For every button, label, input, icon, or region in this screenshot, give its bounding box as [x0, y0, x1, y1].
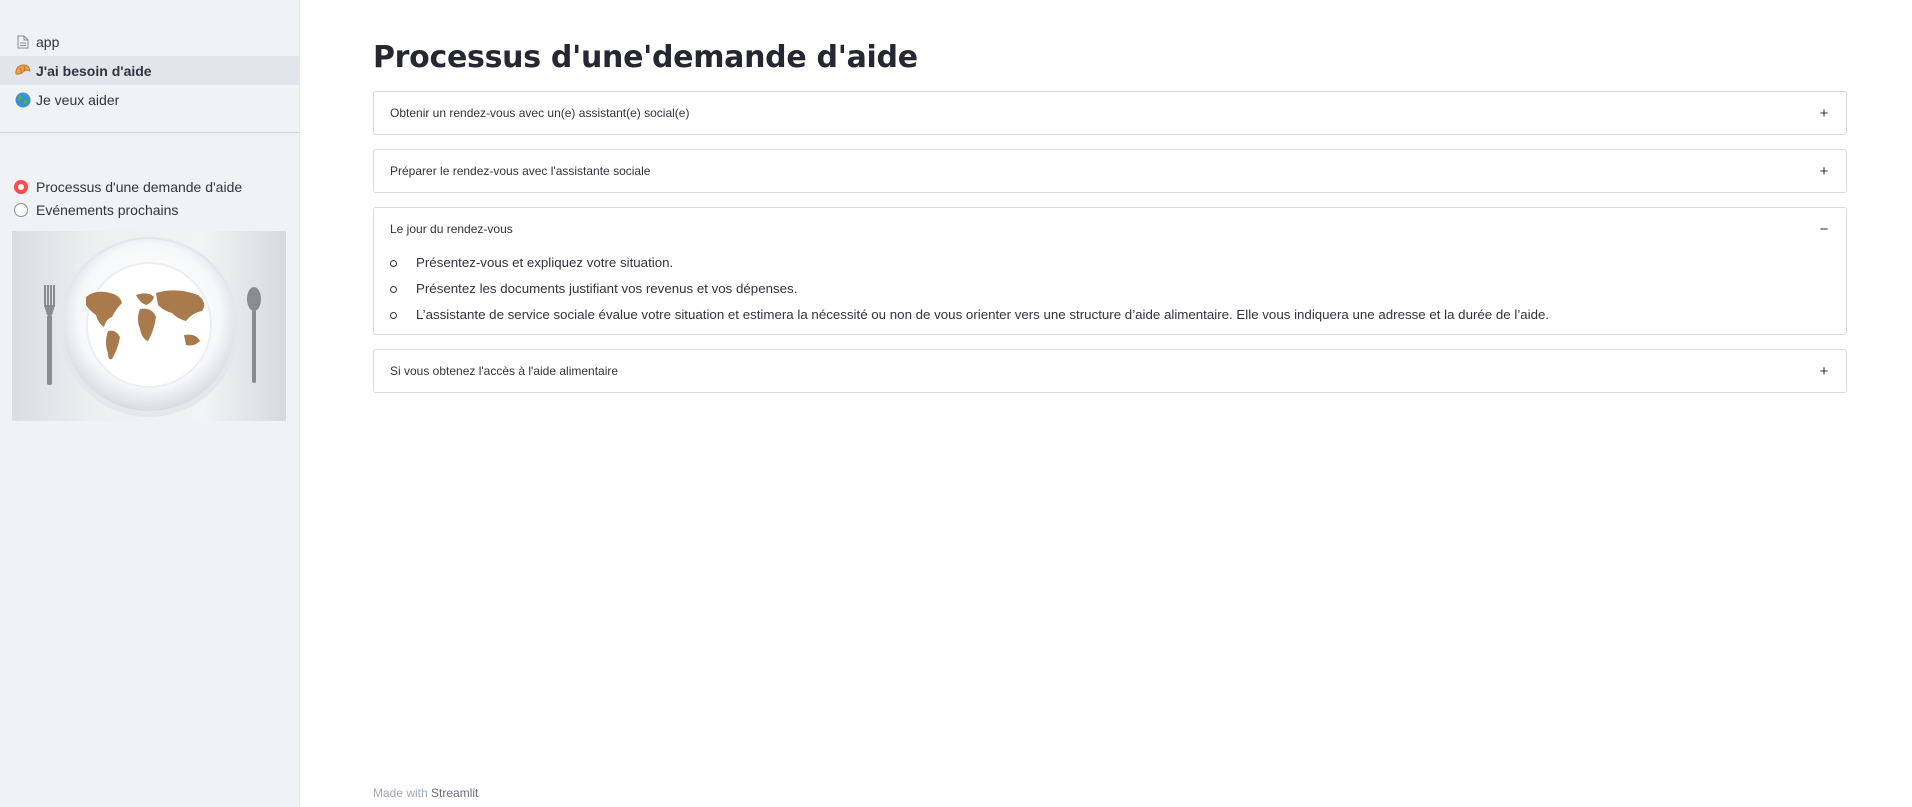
expander-appointment-day: Le jour du rendez-vous − Présentez-vous …	[373, 207, 1847, 335]
sidebar-item-label: J'ai besoin d'aide	[36, 62, 152, 79]
expander-header[interactable]: Si vous obtenez l'accès à l'aide aliment…	[374, 350, 1846, 392]
document-icon	[14, 33, 32, 51]
expander-label: Obtenir un rendez-vous avec un(e) assist…	[390, 106, 690, 120]
plate-world-map-image	[12, 231, 286, 421]
streamlit-link[interactable]: Streamlit	[431, 786, 478, 800]
sidebar-item-app[interactable]: app	[0, 27, 299, 56]
expander-access-food-aid: Si vous obtenez l'accès à l'aide aliment…	[373, 349, 1847, 393]
expander-header[interactable]: Le jour du rendez-vous −	[374, 208, 1846, 250]
globe-icon	[14, 91, 32, 109]
list-item: Présentez les documents justifiant vos r…	[390, 276, 1830, 302]
radio-option-label: Evénements prochains	[36, 201, 179, 218]
list-item: L’assistante de service sociale évalue v…	[390, 302, 1830, 328]
minus-icon: −	[1819, 220, 1829, 238]
bullet-list: Présentez-vous et expliquez votre situat…	[390, 250, 1830, 328]
plus-icon: +	[1819, 362, 1829, 380]
radio-option-process[interactable]: Processus d'une demande d'aide	[14, 175, 299, 198]
expander-prepare-appointment: Préparer le rendez-vous avec l'assistant…	[373, 149, 1847, 193]
expander-label: Préparer le rendez-vous avec l'assistant…	[390, 164, 651, 178]
expander-get-appointment: Obtenir un rendez-vous avec un(e) assist…	[373, 91, 1847, 135]
expander-header[interactable]: Obtenir un rendez-vous avec un(e) assist…	[374, 92, 1846, 134]
radio-option-label: Processus d'une demande d'aide	[36, 178, 243, 195]
sidebar-item-need-help[interactable]: J'ai besoin d'aide	[0, 56, 299, 85]
sidebar: app J'ai besoin d'aide Je veux aider Pro…	[0, 0, 300, 807]
radio-selected-icon	[14, 179, 28, 194]
sidebar-nav: app J'ai besoin d'aide Je veux aider	[0, 0, 299, 114]
radio-option-events[interactable]: Evénements prochains	[14, 198, 299, 221]
croissant-icon	[14, 62, 32, 80]
plus-icon: +	[1819, 104, 1829, 122]
sidebar-item-label: app	[36, 33, 60, 50]
expander-header[interactable]: Préparer le rendez-vous avec l'assistant…	[374, 150, 1846, 192]
radio-unselected-icon	[14, 202, 28, 217]
expander-label: Si vous obtenez l'accès à l'aide aliment…	[390, 364, 619, 378]
sidebar-item-label: Je veux aider	[36, 91, 120, 108]
expander-label: Le jour du rendez-vous	[390, 222, 513, 236]
list-item: Présentez-vous et expliquez votre situat…	[390, 250, 1830, 276]
plus-icon: +	[1819, 162, 1829, 180]
footer-prefix: Made with	[373, 786, 428, 800]
page-title: Processus d'une'demande d'aide	[373, 40, 918, 75]
main-content: Processus d'une'demande d'aide Obtenir u…	[373, 0, 1847, 407]
page-section-radio: Processus d'une demande d'aide Evénement…	[0, 133, 299, 221]
expander-body: Présentez-vous et expliquez votre situat…	[374, 250, 1846, 334]
sidebar-item-want-to-help[interactable]: Je veux aider	[0, 85, 299, 114]
footer: Made with Streamlit	[373, 786, 478, 800]
